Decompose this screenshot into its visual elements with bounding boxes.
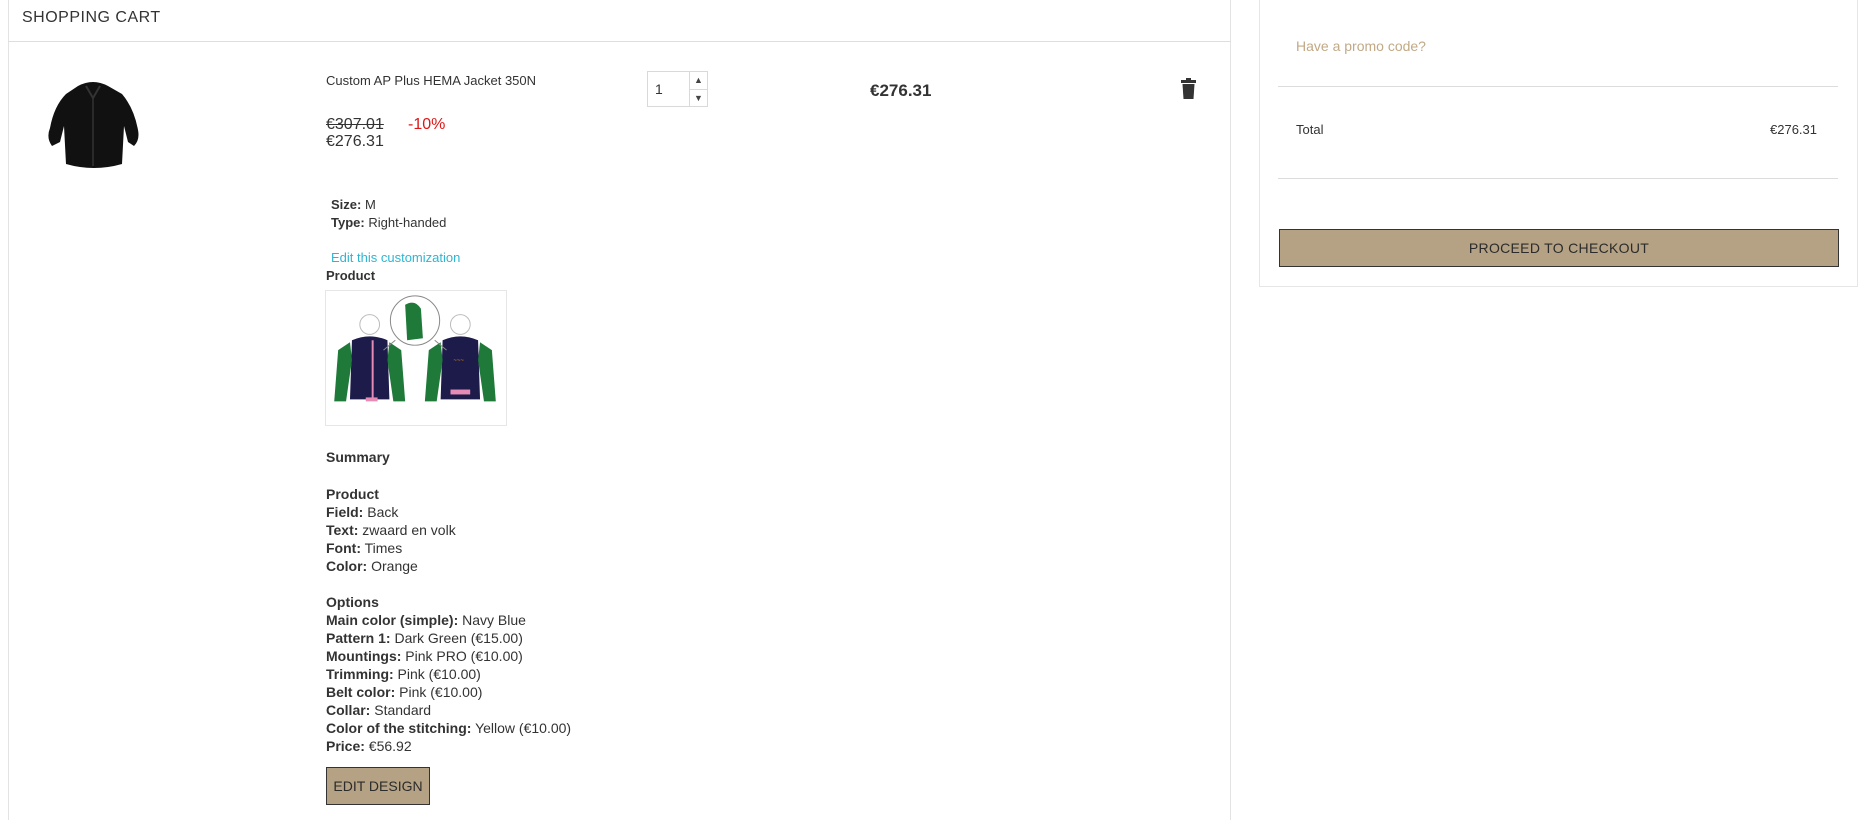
proceed-to-checkout-button[interactable]: PROCEED TO CHECKOUT <box>1279 229 1839 267</box>
option-line: Belt color: Pink (€10.00) <box>326 684 483 700</box>
summary-line: Field: Back <box>326 504 399 520</box>
summary-line: Font: Times <box>326 540 403 556</box>
promo-divider <box>1278 86 1838 87</box>
option-line: Price: €56.92 <box>326 738 412 754</box>
summary-line: Color: Orange <box>326 558 418 574</box>
summary-line: Text: zwaard en volk <box>326 522 456 538</box>
cart-title: SHOPPING CART <box>22 9 161 26</box>
regular-price: €307.01 <box>326 116 384 133</box>
line-total: €276.31 <box>870 81 932 100</box>
edit-design-button[interactable]: EDIT DESIGN <box>326 767 430 805</box>
promo-code-link[interactable]: Have a promo code? <box>1296 38 1426 54</box>
summary-options-section: Options <box>326 594 379 610</box>
summary-product-section: Product <box>326 486 379 502</box>
svg-text:~~~: ~~~ <box>453 358 464 364</box>
total-value: €276.31 <box>1770 122 1817 137</box>
option-line: Collar: Standard <box>326 702 432 718</box>
option-line: Trimming: Pink (€10.00) <box>326 666 481 682</box>
unit-price: €276.31 <box>326 133 384 150</box>
product-thumbnail[interactable] <box>38 68 148 182</box>
quantity-spinner: ▲ ▼ <box>689 72 707 106</box>
attribute-type: Type: Right-handed <box>331 215 447 230</box>
chevron-up-icon[interactable]: ▲ <box>690 72 707 89</box>
quantity-stepper: ▲ ▼ <box>647 71 708 107</box>
cart-panel <box>8 0 1231 820</box>
option-line: Main color (simple): Navy Blue <box>326 612 526 628</box>
trash-icon[interactable] <box>1180 78 1197 99</box>
option-line: Pattern 1: Dark Green (€15.00) <box>326 630 523 646</box>
option-line: Mountings: Pink PRO (€10.00) <box>326 648 523 664</box>
summary-heading: Summary <box>326 449 390 465</box>
chevron-down-icon[interactable]: ▼ <box>690 88 707 107</box>
customization-preview[interactable]: ~~~ <box>325 290 507 426</box>
total-label: Total <box>1296 122 1324 137</box>
total-divider <box>1278 178 1838 179</box>
attribute-size: Size: M <box>331 197 376 212</box>
customization-product-heading: Product <box>326 268 376 283</box>
quantity-input[interactable] <box>648 72 689 106</box>
option-line: Color of the stitching: Yellow (€10.00) <box>326 720 572 736</box>
product-name[interactable]: Custom AP Plus HEMA Jacket 350N <box>326 73 536 88</box>
discount-badge: -10% <box>408 116 446 133</box>
cart-header-divider <box>8 41 1231 42</box>
edit-customization-link[interactable]: Edit this customization <box>331 250 460 265</box>
